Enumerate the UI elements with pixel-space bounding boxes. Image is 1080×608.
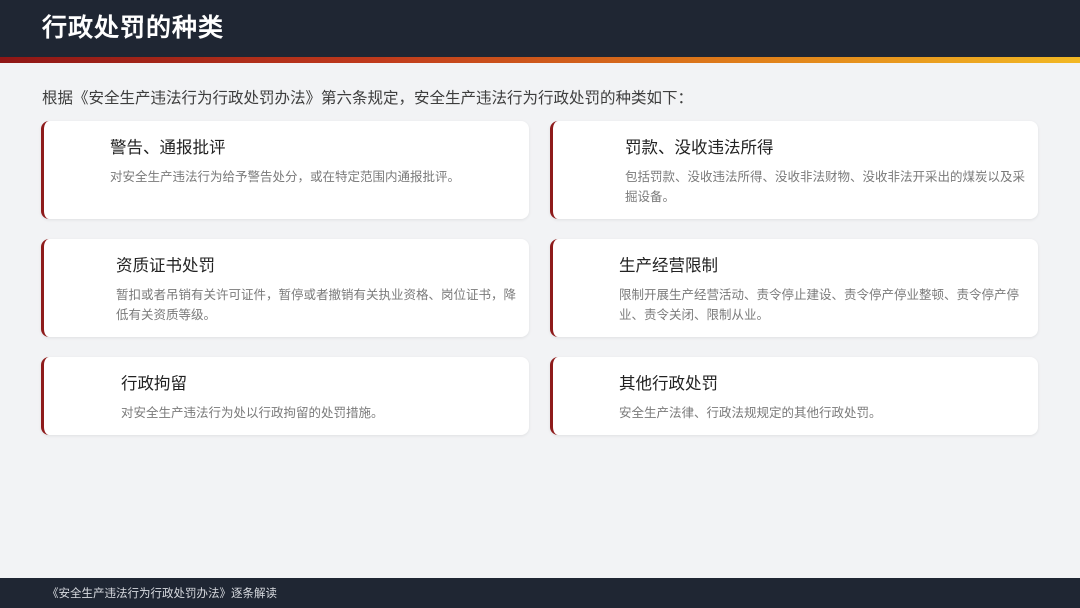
- card-description: 安全生产法律、行政法规规定的其他行政处罚。: [619, 405, 882, 420]
- card-description: 对安全生产违法行为给予警告处分，或在特定范围内通报批评。: [110, 169, 461, 184]
- card-title: 罚款、没收违法所得: [625, 138, 774, 157]
- card-description: 包括罚款、没收违法所得、没收非法财物、没收非法开采出的煤炭以及采掘设备。: [625, 169, 1026, 204]
- page-title: 行政处罚的种类: [42, 13, 225, 42]
- card-description: 暂扣或者吊销有关许可证件，暂停或者撤销有关执业资格、岗位证书，降低有关资质等级。: [116, 287, 517, 322]
- card-title: 行政拘留: [121, 374, 187, 393]
- card-fine-confiscation: 罚款、没收违法所得 包括罚款、没收违法所得、没收非法财物、没收非法开采出的煤炭以…: [550, 121, 1038, 219]
- card-title: 其他行政处罚: [619, 374, 718, 393]
- card-administrative-detention: 行政拘留 对安全生产违法行为处以行政拘留的处罚措施。: [41, 357, 529, 435]
- card-qualification-penalty: 资质证书处罚 暂扣或者吊销有关许可证件，暂停或者撤销有关执业资格、岗位证书，降低…: [41, 239, 529, 337]
- card-title: 生产经营限制: [619, 256, 718, 275]
- card-title: 资质证书处罚: [116, 256, 215, 275]
- card-description: 对安全生产违法行为处以行政拘留的处罚措施。: [121, 405, 384, 420]
- intro-text: 根据《安全生产违法行为行政处罚办法》第六条规定，安全生产违法行为行政处罚的种类如…: [42, 89, 694, 107]
- title-bar: 行政处罚的种类: [0, 0, 1080, 57]
- accent-gradient-bar: [0, 57, 1080, 63]
- footer-caption: 《安全生产违法行为行政处罚办法》逐条解读: [47, 586, 277, 600]
- card-other-penalties: 其他行政处罚 安全生产法律、行政法规规定的其他行政处罚。: [550, 357, 1038, 435]
- footer-bar: 《安全生产违法行为行政处罚办法》逐条解读: [0, 578, 1080, 608]
- card-title: 警告、通报批评: [110, 138, 226, 157]
- card-business-restriction: 生产经营限制 限制开展生产经营活动、责令停止建设、责令停产停业整顿、责令停产停业…: [550, 239, 1038, 337]
- card-description: 限制开展生产经营活动、责令停止建设、责令停产停业整顿、责令停产停业、责令关闭、限…: [619, 287, 1020, 322]
- card-warning-criticism: 警告、通报批评 对安全生产违法行为给予警告处分，或在特定范围内通报批评。: [41, 121, 529, 219]
